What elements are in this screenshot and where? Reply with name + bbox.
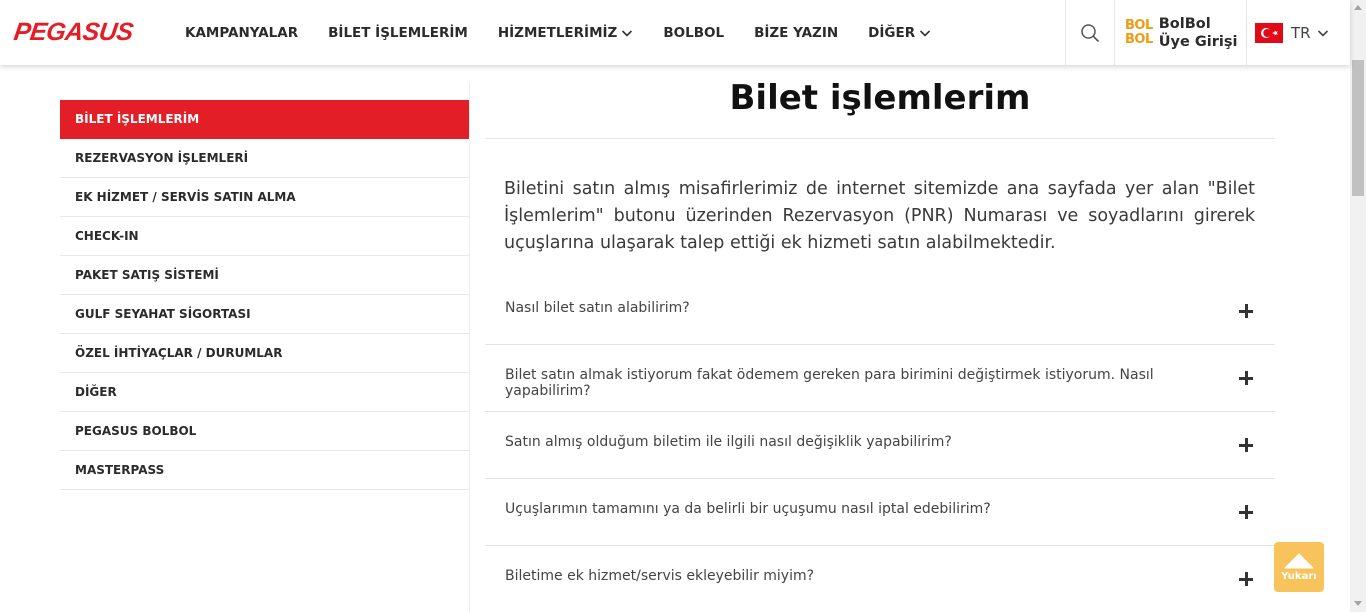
faq-question: Satın almış olduğum biletim ile ilgili n…: [505, 434, 952, 450]
arrow-up-icon: [1284, 553, 1314, 568]
chevron-down-icon: [1317, 29, 1328, 37]
faq-question: Biletime ek hizmet/servis ekleyebilir mi…: [505, 568, 815, 584]
nav-label: BOLBOL: [663, 24, 725, 41]
faq-item[interactable]: Satın almış olduğum biletim ile ilgili n…: [485, 412, 1275, 479]
faq-list: Nasıl bilet satın alabilirim? Bilet satı…: [485, 278, 1275, 613]
scroll-down-arrow-icon[interactable]: [1353, 600, 1363, 608]
nav-label: KAMPANYALAR: [185, 24, 299, 41]
title-divider: [485, 138, 1275, 139]
sidebar-item-ozel-ihtiyaclar[interactable]: ÖZEL İHTİYAÇLAR / DURUMLAR: [60, 334, 469, 373]
member-login-label: Üye Girişi: [1158, 33, 1238, 50]
header-actions: BOL BOL BolBol Üye Girişi TR: [1065, 0, 1350, 65]
plus-icon[interactable]: [1239, 371, 1253, 385]
search-button[interactable]: [1065, 0, 1114, 65]
main-nav: KAMPANYALAR BİLET İŞLEMLERİM HİZMETLERİM…: [170, 0, 946, 65]
page-scrollbar[interactable]: [1350, 0, 1366, 612]
scrollbar-thumb[interactable]: [1352, 60, 1364, 196]
sidebar-item-check-in[interactable]: CHECK-IN: [60, 217, 469, 256]
nav-label: DİĞER: [868, 24, 916, 41]
chevron-down-icon: [920, 29, 931, 37]
scroll-up-arrow-icon[interactable]: [1353, 3, 1363, 11]
faq-item[interactable]: Nasıl bilet satın alabilirim?: [485, 278, 1275, 345]
intro-paragraph: Biletini satın almış misafirlerimiz de i…: [504, 179, 1255, 253]
nav-kampanyalar[interactable]: KAMPANYALAR: [185, 25, 298, 41]
faq-item[interactable]: Uçuşlarımın tamamını ya da belirli bir u…: [485, 479, 1275, 546]
bolbol-label: BolBol: [1158, 15, 1211, 32]
sidebar-item-paket-satis[interactable]: PAKET SATIŞ SİSTEMİ: [60, 256, 469, 295]
column-divider: [469, 82, 470, 612]
sidebar-item-diger[interactable]: DİĞER: [60, 373, 469, 412]
chevron-down-icon: [622, 29, 633, 37]
bolbol-login-button[interactable]: BOL BOL BolBol Üye Girişi: [1114, 0, 1246, 65]
bolbol-logo-icon: BOL BOL: [1125, 17, 1153, 47]
sidebar-menu: BİLET İŞLEMLERİM REZERVASYON İŞLEMLERİ E…: [60, 100, 469, 490]
faq-question: Uçuşlarımın tamamını ya da belirli bir u…: [505, 501, 991, 517]
sidebar-item-rezervasyon-islemleri[interactable]: REZERVASYON İŞLEMLERİ: [60, 139, 469, 178]
sidebar-item-gulf-sigorta[interactable]: GULF SEYAHAT SİGORTASI: [60, 295, 469, 334]
language-code: TR: [1291, 23, 1311, 42]
site-header: PEGASUS KAMPANYALAR BİLET İŞLEMLERİM HİZ…: [0, 0, 1350, 65]
faq-item[interactable]: Biletime ek hizmet/servis ekleyebilir mi…: [485, 546, 1275, 613]
sidebar-item-bilet-islemlerim[interactable]: BİLET İŞLEMLERİM: [60, 100, 469, 139]
bolbol-mark-bottom: BOL: [1125, 31, 1153, 47]
nav-label: BİLET İŞLEMLERİM: [328, 24, 468, 41]
language-selector[interactable]: TR: [1246, 0, 1350, 65]
nav-label: HİZMETLERİMİZ: [497, 24, 618, 41]
plus-icon[interactable]: [1239, 304, 1253, 318]
nav-bilet-islemlerim[interactable]: BİLET İŞLEMLERİM: [328, 25, 468, 41]
turkey-flag-icon: [1255, 22, 1283, 43]
sidebar-item-ek-hizmet[interactable]: EK HİZMET / SERVİS SATIN ALMA: [60, 178, 469, 217]
pegasus-logo[interactable]: PEGASUS: [12, 18, 135, 47]
nav-diger[interactable]: DİĞER: [868, 25, 931, 41]
bolbol-mark-top: BOL: [1125, 17, 1153, 33]
search-icon: [1081, 23, 1100, 42]
nav-hizmetlerimiz[interactable]: HİZMETLERİMİZ: [498, 25, 633, 41]
sidebar-item-masterpass[interactable]: MASTERPASS: [60, 451, 469, 490]
nav-bize-yazin[interactable]: BİZE YAZIN: [754, 25, 838, 41]
faq-question: Bilet satın almak istiyorum fakat ödemem…: [505, 367, 1154, 399]
nav-label: BİZE YAZIN: [754, 24, 839, 41]
plus-icon[interactable]: [1239, 572, 1253, 586]
page-title: Bilet işlemlerim: [729, 78, 1031, 118]
plus-icon[interactable]: [1239, 505, 1253, 519]
faq-question: Nasıl bilet satın alabilirim?: [505, 300, 690, 316]
back-to-top-label: Yukarı: [1281, 570, 1317, 582]
faq-item[interactable]: Bilet satın almak istiyorum fakat ödemem…: [485, 345, 1275, 412]
sidebar-item-pegasus-bolbol[interactable]: PEGASUS BOLBOL: [60, 412, 469, 451]
nav-bolbol[interactable]: BOLBOL: [663, 25, 724, 41]
back-to-top-button[interactable]: Yukarı: [1274, 542, 1324, 592]
plus-icon[interactable]: [1239, 438, 1253, 452]
